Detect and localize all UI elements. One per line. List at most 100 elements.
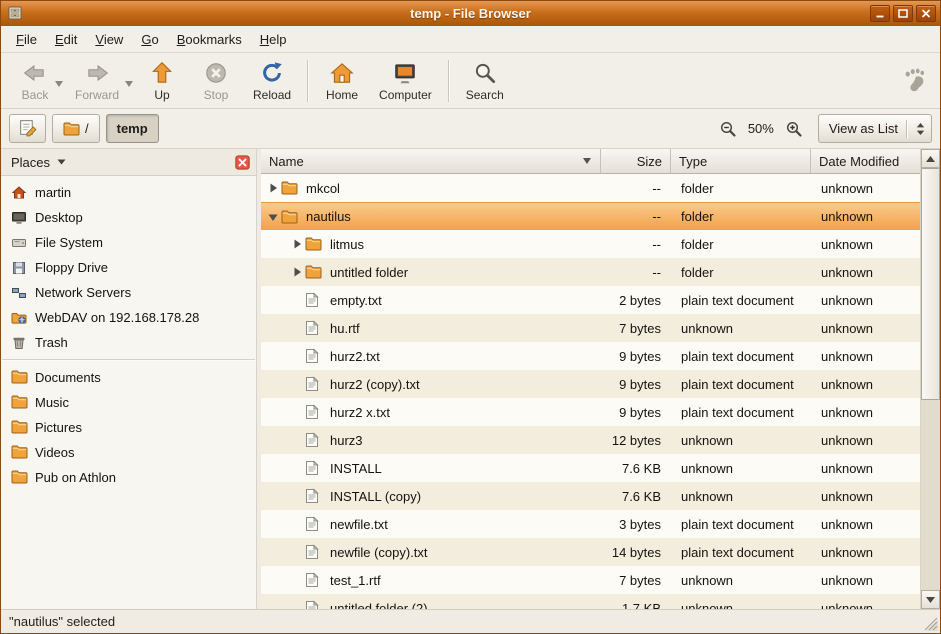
stop-button[interactable]: Stop [189, 57, 243, 105]
home-button[interactable]: Home [315, 57, 369, 105]
size-cell: 3 bytes [601, 510, 671, 538]
column-header-name[interactable]: Name [261, 149, 601, 174]
type-cell: folder [671, 203, 811, 230]
reload-icon [259, 60, 285, 87]
file-browser-window: temp - File Browser FileEditViewGoBookma… [0, 0, 941, 634]
filesystem-icon [10, 235, 28, 251]
table-row[interactable]: hurz312 bytesunknownunknown [261, 426, 920, 454]
scrollbar-track[interactable] [921, 168, 940, 590]
zoom-in-button[interactable] [782, 117, 806, 141]
dropdown-arrow-icon[interactable] [125, 75, 133, 90]
file-name: newfile (copy).txt [330, 545, 428, 560]
stop-label: Stop [204, 88, 229, 102]
menubar: FileEditViewGoBookmarksHelp [1, 26, 940, 53]
column-header-size[interactable]: Size [601, 149, 671, 174]
view-selector[interactable]: View as List [818, 114, 932, 143]
path-button-root[interactable]: / [52, 114, 100, 143]
folder-icon [10, 445, 28, 461]
menu-view[interactable]: View [86, 28, 132, 51]
resize-grip[interactable] [924, 617, 939, 632]
expander-icon[interactable] [289, 238, 305, 250]
home-folder-icon [10, 185, 28, 201]
sidebar-item-music[interactable]: Music [1, 390, 256, 415]
sidebar-item-documents[interactable]: Documents [1, 365, 256, 390]
reload-label: Reload [253, 88, 291, 102]
scroll-up-button[interactable] [921, 149, 940, 168]
type-cell: unknown [671, 482, 811, 510]
table-row[interactable]: mkcol--folderunknown [261, 174, 920, 202]
maximize-button[interactable] [893, 5, 913, 22]
path-root-label: / [85, 121, 89, 136]
close-button[interactable] [916, 5, 936, 22]
sidebar-item-network-servers[interactable]: Network Servers [1, 280, 256, 305]
sidebar-item-martin[interactable]: martin [1, 180, 256, 205]
table-row[interactable]: hurz2 x.txt9 bytesplain text documentunk… [261, 398, 920, 426]
sidebar-close-button[interactable] [235, 155, 250, 170]
type-cell: folder [671, 174, 811, 202]
table-row[interactable]: INSTALL7.6 KBunknownunknown [261, 454, 920, 482]
table-row[interactable]: test_1.rtf7 bytesunknownunknown [261, 566, 920, 594]
computer-button[interactable]: Computer [369, 57, 442, 105]
table-row[interactable]: INSTALL (copy)7.6 KBunknownunknown [261, 482, 920, 510]
sidebar-item-floppy-drive[interactable]: Floppy Drive [1, 255, 256, 280]
size-cell: 9 bytes [601, 398, 671, 426]
edit-location-button[interactable] [9, 114, 46, 143]
table-row[interactable]: untitled folder--folderunknown [261, 258, 920, 286]
type-cell: unknown [671, 426, 811, 454]
back-button[interactable]: Back [11, 57, 65, 105]
path-button-current[interactable]: temp [106, 114, 159, 143]
vertical-scrollbar[interactable] [920, 149, 940, 609]
table-row[interactable]: hu.rtf7 bytesunknownunknown [261, 314, 920, 342]
size-cell: 9 bytes [601, 342, 671, 370]
table-row[interactable]: empty.txt2 bytesplain text documentunkno… [261, 286, 920, 314]
table-row[interactable]: litmus--folderunknown [261, 230, 920, 258]
search-button[interactable]: Search [456, 57, 514, 105]
name-cell: untitled folder (2) [261, 594, 601, 609]
scrollbar-thumb[interactable] [921, 168, 940, 400]
table-row[interactable]: untitled folder (2)1.7 KBunknownunknown [261, 594, 920, 609]
scroll-down-button[interactable] [921, 590, 940, 609]
table-row[interactable]: newfile.txt3 bytesplain text documentunk… [261, 510, 920, 538]
minimize-button[interactable] [870, 5, 890, 22]
date-cell: unknown [811, 342, 920, 370]
text-file-icon [305, 376, 326, 392]
expander-icon[interactable] [265, 182, 281, 194]
text-file-icon [305, 348, 326, 364]
expander-icon[interactable] [265, 211, 281, 223]
titlebar[interactable]: temp - File Browser [1, 1, 940, 26]
up-label: Up [154, 88, 169, 102]
text-file-icon [305, 600, 326, 609]
zoom-out-button[interactable] [716, 117, 740, 141]
menu-bookmarks[interactable]: Bookmarks [168, 28, 251, 51]
sidebar-item-file-system[interactable]: File System [1, 230, 256, 255]
sidebar-item-pub-on-athlon[interactable]: Pub on Athlon [1, 465, 256, 490]
sidebar-item-desktop[interactable]: Desktop [1, 205, 256, 230]
folder-icon [305, 265, 326, 279]
table-row[interactable]: newfile (copy).txt14 bytesplain text doc… [261, 538, 920, 566]
sidebar-item-label: Pictures [35, 420, 82, 435]
menu-file[interactable]: File [7, 28, 46, 51]
table-row[interactable]: hurz2 (copy).txt9 bytesplain text docume… [261, 370, 920, 398]
dropdown-arrow-icon[interactable] [55, 75, 63, 90]
menu-edit[interactable]: Edit [46, 28, 86, 51]
expander-icon[interactable] [289, 266, 305, 278]
table-row[interactable]: nautilus--folderunknown [261, 202, 920, 230]
column-header-type[interactable]: Type [671, 149, 811, 174]
date-cell: unknown [811, 203, 920, 230]
sidebar-item-label: Network Servers [35, 285, 131, 300]
sidebar-item-pictures[interactable]: Pictures [1, 415, 256, 440]
up-button[interactable]: Up [135, 57, 189, 105]
sidebar-list: martinDesktopFile SystemFloppy Drive Netw… [1, 176, 256, 609]
menu-go[interactable]: Go [132, 28, 167, 51]
table-row[interactable]: hurz2.txt9 bytesplain text documentunkno… [261, 342, 920, 370]
forward-button[interactable]: Forward [65, 57, 135, 105]
places-selector[interactable]: Places [7, 153, 70, 172]
sidebar-item-videos[interactable]: Videos [1, 440, 256, 465]
column-header-date[interactable]: Date Modified [811, 149, 920, 174]
window-title: temp - File Browser [410, 6, 531, 21]
sidebar-item-trash[interactable]: Trash [1, 330, 256, 355]
reload-button[interactable]: Reload [243, 57, 301, 105]
menu-help[interactable]: Help [251, 28, 296, 51]
sidebar-item-webdav-on-192-168-178-28[interactable]: WebDAV on 192.168.178.28 [1, 305, 256, 330]
window-menu-icon[interactable] [7, 5, 24, 22]
